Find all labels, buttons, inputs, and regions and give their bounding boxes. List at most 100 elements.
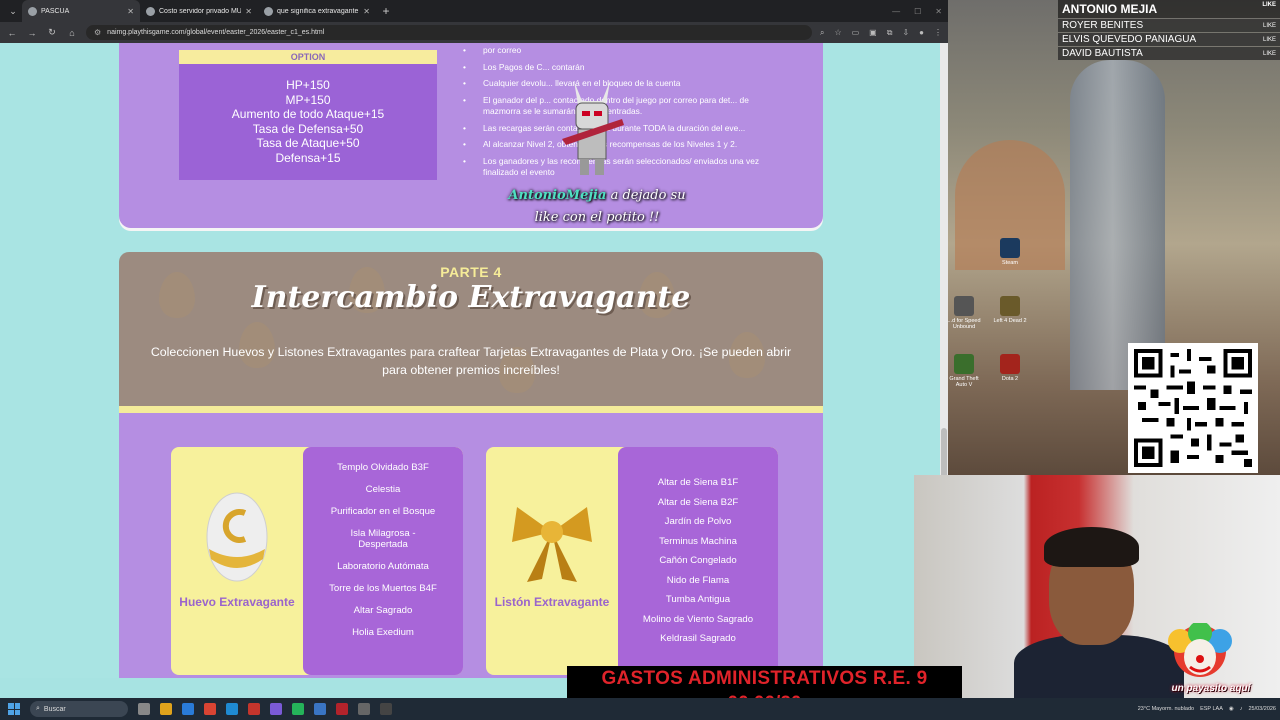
liker-name: ROYER BENITES <box>1062 20 1144 31</box>
location-item: Torre de los Muertos B4F <box>329 583 437 594</box>
location-item: Holia Exedium <box>352 627 414 638</box>
site-info-icon[interactable]: ⚙ <box>94 28 101 37</box>
toolbar-icons: ⌕ ☆ ▭ ▣ ⧉ ⇩ ● ⋮ <box>820 28 942 38</box>
desktop-icon-label: Left 4 Dead 2 <box>993 318 1027 324</box>
windows-start-icon[interactable] <box>8 703 20 715</box>
golden-egg-icon <box>206 492 268 582</box>
location-item: Jardín de Polvo <box>664 516 732 527</box>
location-list: Altar de Siena B1F Altar de Siena B2F Ja… <box>618 447 778 675</box>
stat-line: Defensa+15 <box>275 150 341 165</box>
profile-avatar-icon[interactable]: ● <box>919 28 924 38</box>
tab-title: que significa extravagante - Bu <box>277 7 359 15</box>
desktop-icon-dota[interactable]: Dota 2 <box>990 354 1030 382</box>
obs-icon[interactable] <box>358 703 370 715</box>
location-item: Tumba Antigua <box>665 594 731 605</box>
likes-row: ELVIS QUEVEDO PANIAGUA LIKE <box>1058 33 1280 46</box>
windows-taskbar: ⌕ Buscar 23°C Mayorm. nublado ESP LAA ◉ … <box>0 698 1280 720</box>
rule-item: Los Pagos de C... contarán <box>463 62 783 74</box>
capcut-icon[interactable] <box>336 703 348 715</box>
weather-text[interactable]: 23°C Mayorm. nublado <box>1138 706 1194 712</box>
location-item: Cañón Congelado <box>659 555 737 566</box>
close-tab-icon[interactable]: ✕ <box>127 7 134 16</box>
option-stats: HP+150 MP+150 Aumento de todo Ataque+15 … <box>179 64 437 165</box>
desktop-icon-steam[interactable]: Steam <box>990 238 1030 266</box>
tab-group-icon[interactable]: ▣ <box>869 28 877 38</box>
tab-que-significa[interactable]: que significa extravagante - Bu ✕ <box>258 0 376 22</box>
location-item: Templo Olvidado B3F <box>337 462 429 473</box>
maximize-icon[interactable]: ☐ <box>914 7 921 16</box>
store-icon[interactable] <box>182 703 194 715</box>
option-header: OPTION <box>179 50 437 64</box>
alert-line2: like con el potito !! <box>534 210 660 225</box>
close-window-icon[interactable]: ✕ <box>935 7 942 16</box>
search-placeholder: Buscar <box>43 705 66 713</box>
location-item: Terminus Machina <box>659 535 737 547</box>
desktop-icon-label: ...d for Speed Unbound <box>947 318 981 330</box>
file-explorer-icon[interactable] <box>160 703 172 715</box>
app-icon[interactable] <box>248 703 260 715</box>
dota-icon <box>1000 354 1020 374</box>
qr-code-icon <box>1134 349 1252 467</box>
bookmark-star-icon[interactable]: ☆ <box>834 28 841 38</box>
address-bar[interactable]: ⚙ naimg.playthisgame.com/global/event/ea… <box>86 25 812 40</box>
edge-icon[interactable] <box>226 703 238 715</box>
cast-icon[interactable]: ▭ <box>852 28 860 38</box>
steam-taskbar-icon[interactable] <box>314 703 326 715</box>
task-view-icon[interactable] <box>138 703 150 715</box>
zoom-icon[interactable]: ⌕ <box>820 28 824 38</box>
part-label: PARTE 4 <box>440 264 502 280</box>
desktop-icon-l4d2[interactable]: Left 4 Dead 2 <box>990 296 1030 324</box>
app-icon[interactable] <box>380 703 392 715</box>
stat-line: Tasa de Defensa+50 <box>252 121 364 136</box>
tab-costo-servidor[interactable]: Costo servidor privado MU ✕ <box>140 0 258 22</box>
tab-pascua[interactable]: PASCUA ✕ <box>22 0 140 22</box>
location-item: Isla Milagrosa - Despertada <box>350 528 416 550</box>
desktop-icon-label: Steam <box>1002 260 1018 266</box>
tab-bar: ⌄ PASCUA ✕ Costo servidor privado MU ✕ q… <box>0 0 948 22</box>
forward-icon[interactable]: → <box>26 28 38 38</box>
location-list: Templo Olvidado B3F Celestia Purificador… <box>303 447 463 675</box>
page-viewport: OPTION HP+150 MP+150 Aumento de todo Ata… <box>0 43 940 678</box>
back-icon[interactable]: ← <box>6 28 18 38</box>
chrome-icon[interactable] <box>204 703 216 715</box>
need-for-speed-icon <box>954 296 974 316</box>
left4dead-icon <box>1000 296 1020 316</box>
favicon-icon <box>146 6 155 16</box>
clock-date[interactable]: 25/03/2026 <box>1248 706 1276 712</box>
like-tag: LIKE <box>1262 50 1276 57</box>
discord-icon[interactable] <box>270 703 282 715</box>
close-tab-icon[interactable]: ✕ <box>363 7 370 16</box>
wifi-icon[interactable]: ◉ <box>1229 706 1234 712</box>
download-icon[interactable]: ⇩ <box>902 28 909 38</box>
menu-icon[interactable]: ⋮ <box>934 28 942 38</box>
tab-title: PASCUA <box>41 7 70 15</box>
window-controls: — ☐ ✕ <box>892 0 942 22</box>
reload-icon[interactable]: ↻ <box>46 27 58 38</box>
volume-icon[interactable]: ♪ <box>1240 706 1243 712</box>
favicon-icon <box>28 6 37 16</box>
google-icon <box>264 6 273 16</box>
home-icon[interactable]: ⌂ <box>66 28 78 38</box>
whatsapp-icon[interactable] <box>292 703 304 715</box>
like-tag: LIKE <box>1262 2 1276 8</box>
desktop-icon-gta[interactable]: Grand Theft Auto V <box>944 354 984 388</box>
extensions-icon[interactable]: ⧉ <box>887 28 893 38</box>
wallpaper-tower <box>1070 60 1165 390</box>
qr-code <box>1128 343 1258 473</box>
new-tab-button[interactable]: + <box>376 0 396 22</box>
tab-title: Costo servidor privado MU <box>159 7 242 15</box>
gta-icon <box>954 354 974 374</box>
liker-name: ELVIS QUEVEDO PANIAGUA <box>1062 34 1197 45</box>
tab-search-icon[interactable]: ⌄ <box>4 0 22 22</box>
language-indicator[interactable]: ESP LAA <box>1200 706 1223 712</box>
stat-line: Tasa de Ataque+50 <box>256 136 360 150</box>
webcam-feed: un payasito aquí <box>914 475 1280 698</box>
option-box: OPTION HP+150 MP+150 Aumento de todo Ata… <box>179 50 437 180</box>
section4-body: Huevo Extravagante Templo Olvidado B3F C… <box>119 413 823 678</box>
location-item: Keldrasil Sagrado <box>660 633 736 644</box>
desktop-icon-nfs[interactable]: ...d for Speed Unbound <box>944 296 984 330</box>
minimize-icon[interactable]: — <box>892 7 900 16</box>
taskbar-search[interactable]: ⌕ Buscar <box>30 701 128 717</box>
close-tab-icon[interactable]: ✕ <box>245 7 252 16</box>
location-item: Molino de Viento Sagrado <box>642 613 754 625</box>
